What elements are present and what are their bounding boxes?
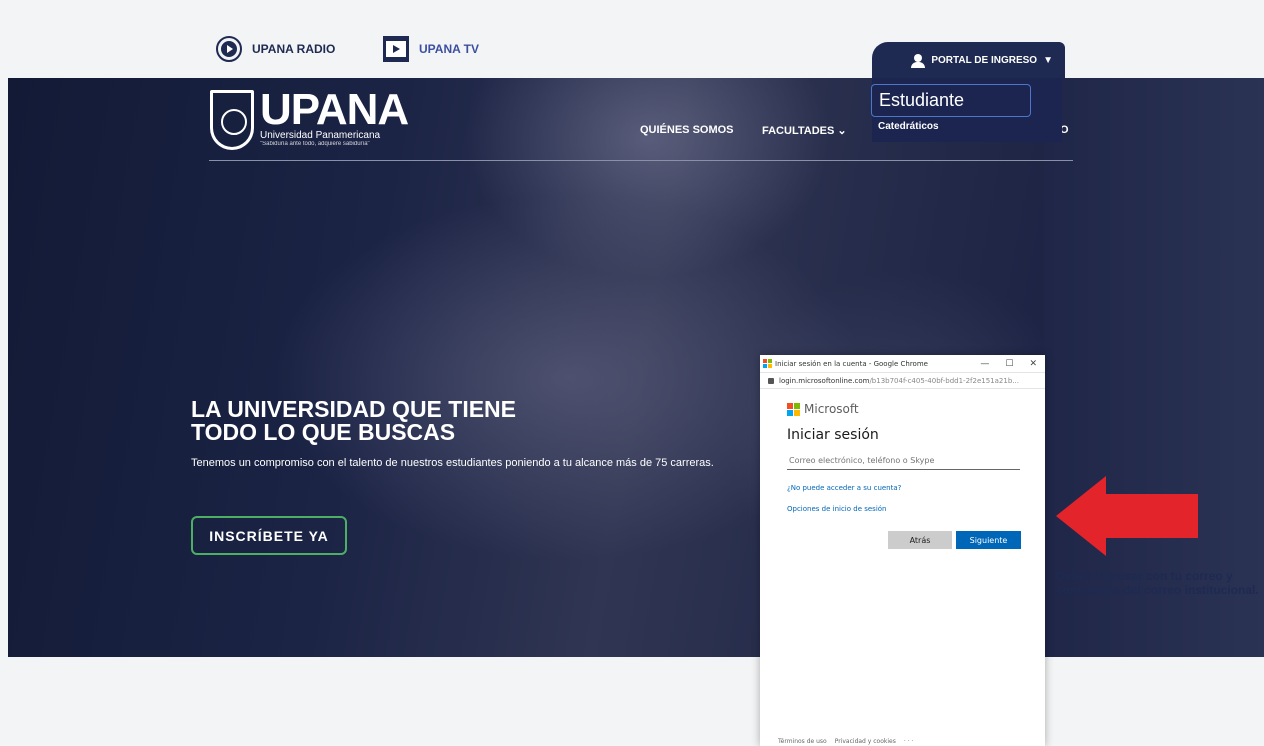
nav-quienes-somos[interactable]: QUIÉNES SOMOS (640, 124, 734, 136)
window-titlebar: Iniciar sesión en la cuenta - Google Chr… (760, 355, 1045, 373)
login-instruction-note: Debes ingresar con tu correo y contraseñ… (1056, 569, 1259, 597)
shield-emblem-icon (210, 90, 254, 150)
portal-de-ingreso-button[interactable]: PORTAL DE INGRESO ▼ (872, 42, 1065, 78)
hero-title-line-2: TODO LO QUE BUSCAS (191, 419, 456, 445)
upana-logo[interactable]: UPANA Universidad Panamericana "Sabidurí… (210, 85, 409, 150)
minimize-button[interactable]: — (980, 359, 989, 369)
upana-radio-link[interactable]: UPANA RADIO (216, 36, 335, 62)
hero-subtitle: Tenemos un compromiso con el talento de … (191, 457, 714, 469)
portal-label: PORTAL DE INGRESO (931, 54, 1038, 66)
next-button[interactable]: Siguiente (956, 531, 1021, 549)
cant-access-link[interactable]: ¿No puede acceder a su cuenta? (787, 484, 901, 492)
microsoft-brand-label: Microsoft (804, 402, 859, 416)
microsoft-brand: Microsoft (787, 402, 859, 416)
microsoft-login-window: Iniciar sesión en la cuenta - Google Chr… (760, 355, 1045, 746)
more-options-icon[interactable]: · · · (904, 738, 914, 745)
maximize-button[interactable]: ☐ (1005, 359, 1013, 369)
lock-icon (768, 377, 774, 384)
email-field[interactable] (787, 452, 1020, 470)
dropdown-item-catedraticos[interactable]: Catedráticos (878, 121, 939, 132)
red-arrow-icon (1056, 476, 1198, 556)
terms-link[interactable]: Términos de uso (778, 738, 827, 745)
logo-motto: "Sabiduría ante todo, adquiere sabiduría… (260, 141, 370, 147)
microsoft-logo-icon (787, 402, 800, 416)
tv-play-icon (383, 36, 409, 62)
address-bar[interactable]: login.microsoftonline.com/b13b704f-c405-… (760, 373, 1045, 389)
nav-divider (209, 160, 1073, 161)
upana-tv-label: UPANA TV (419, 42, 479, 56)
back-button[interactable]: Atrás (888, 531, 952, 549)
upana-tv-link[interactable]: UPANA TV (383, 36, 479, 62)
url-path: /b13b704f-c405-40bf-bdd1-2f2e151a21b... (869, 376, 1019, 385)
hero-title-line-1: LA UNIVERSIDAD QUE TIENE (191, 396, 517, 422)
dropdown-item-estudiante[interactable]: Estudiante (871, 84, 1031, 117)
url-domain: login.microsoftonline.com (779, 376, 870, 385)
logo-title: UPANA (260, 85, 409, 134)
close-button[interactable]: ✕ (1029, 359, 1037, 369)
upana-radio-label: UPANA RADIO (252, 42, 336, 56)
inscribete-button[interactable]: INSCRÍBETE YA (191, 516, 347, 555)
popup-footer: Términos de uso Privacidad y cookies · ·… (778, 738, 913, 745)
hero-title: LA UNIVERSIDAD QUE TIENE TODO LO QUE BUS… (191, 398, 711, 444)
privacy-link[interactable]: Privacidad y cookies (835, 738, 896, 745)
nav-facultades[interactable]: FACULTADES ⌄ (762, 124, 847, 137)
window-title: Iniciar sesión en la cuenta - Google Chr… (775, 359, 928, 368)
caret-down-icon: ▼ (1043, 54, 1053, 66)
user-icon (911, 53, 926, 68)
signin-options-link[interactable]: Opciones de inicio de sesión (787, 505, 887, 513)
signin-heading: Iniciar sesión (787, 427, 879, 443)
microsoft-logo-icon (763, 359, 772, 368)
radio-play-icon (216, 36, 242, 62)
